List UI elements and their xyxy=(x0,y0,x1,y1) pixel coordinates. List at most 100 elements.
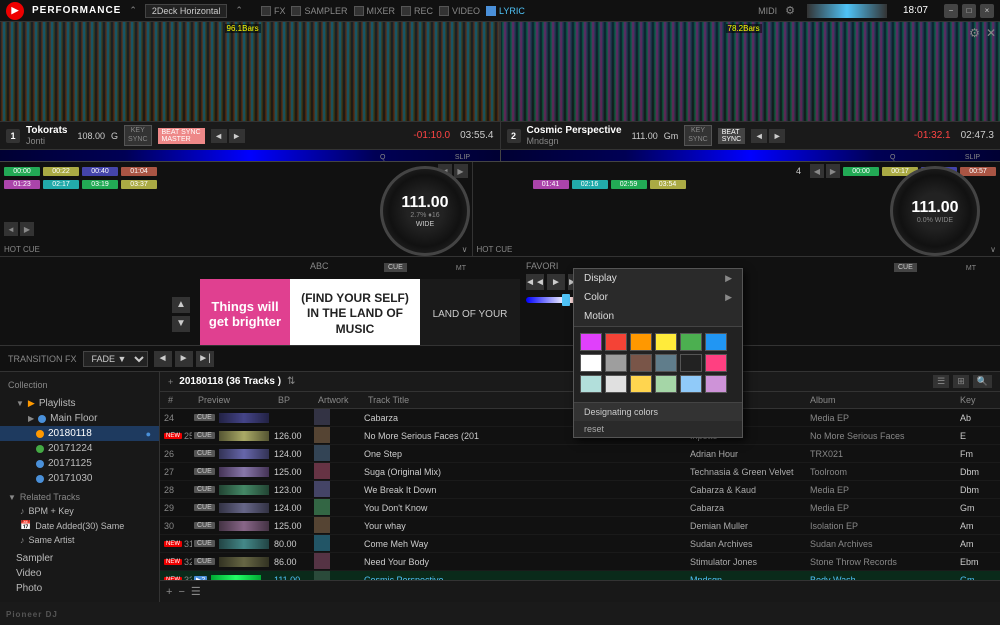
deck1-play-btn[interactable]: ► xyxy=(229,129,245,143)
table-row[interactable]: 28 CUE 123.00 We Break It Down Cabarza &… xyxy=(160,481,1000,499)
table-row[interactable]: NEW32 CUE 86.00 Need Your Body Stimulato… xyxy=(160,553,1000,571)
transition-play-btn[interactable]: ► xyxy=(175,351,193,367)
list-view-btn[interactable]: ☰ xyxy=(933,375,949,388)
deck1-key-sync[interactable]: KEYSYNC xyxy=(124,125,151,146)
color-swatch-blue-gray[interactable] xyxy=(655,354,677,372)
context-display[interactable]: Display ▶ xyxy=(574,269,742,288)
panel-icon[interactable]: ☰ xyxy=(191,585,201,598)
color-swatch-brown[interactable] xyxy=(630,354,652,372)
table-row[interactable]: 29 CUE 124.00 You Don't Know Cabarza Med… xyxy=(160,499,1000,517)
hotcue-deck1-2[interactable]: 00:22 xyxy=(43,167,79,176)
context-color[interactable]: Color ▶ xyxy=(574,288,742,307)
cue-tag[interactable]: CUE xyxy=(194,468,215,475)
transition-back-btn[interactable]: ◄ xyxy=(154,351,172,367)
context-motion[interactable]: Motion xyxy=(574,307,742,326)
cue-tag[interactable]: CUE xyxy=(194,450,215,457)
col-preview[interactable]: Preview xyxy=(194,394,274,406)
deck2-key-sync[interactable]: KEYSYNC xyxy=(684,125,711,146)
strip-deck1[interactable] xyxy=(0,150,501,161)
color-swatch-lavender[interactable] xyxy=(705,375,727,393)
table-row[interactable]: 30 CUE 125.00 Your whay Demian Muller Is… xyxy=(160,517,1000,535)
color-swatch-amber[interactable] xyxy=(630,375,652,393)
cue-tag[interactable]: CUE xyxy=(194,432,215,439)
hotcue-deck1-4[interactable]: 01:04 xyxy=(121,167,157,176)
sidebar-item-20171030[interactable]: 20171030 xyxy=(0,471,159,486)
settings-icon[interactable]: ⚙ xyxy=(785,4,795,17)
rec-checkbox[interactable] xyxy=(401,6,411,16)
hotcue-deck2-6[interactable]: 02:16 xyxy=(572,180,608,189)
transition-fwd-btn[interactable]: ►| xyxy=(196,351,214,367)
jog-deck1[interactable]: SLIP Q 111.00 2.7% ♦16 WIDE CUE MT xyxy=(380,166,470,256)
sidebar-item-20180118[interactable]: 20180118 ● xyxy=(0,426,159,441)
jog-deck2[interactable]: SLIP Q 111.00 0.0% WIDE CUE MT xyxy=(890,166,980,256)
deck1-loop-next[interactable]: ▶ xyxy=(20,222,34,236)
related-tracks-header[interactable]: ▼ Related Tracks xyxy=(0,490,159,504)
waveform-close-icon[interactable]: ✕ xyxy=(986,26,996,40)
color-swatch-red[interactable] xyxy=(605,333,627,351)
waveform-deck1[interactable]: 96.1Bars xyxy=(0,22,499,121)
deck2-beat-sync[interactable]: BEATSYNC xyxy=(718,128,745,144)
color-swatch-pink[interactable] xyxy=(705,354,727,372)
waveform-deck2[interactable]: 78.2Bars xyxy=(501,22,1000,121)
col-bpm[interactable]: BP xyxy=(274,394,314,406)
related-date-added[interactable]: 📅 Date Added(30) Same xyxy=(0,518,159,533)
hotcue-deck2-expand[interactable]: ∨ xyxy=(990,245,996,254)
color-swatch-light-gray[interactable] xyxy=(605,375,627,393)
col-album[interactable]: Album xyxy=(806,394,956,406)
jog-wheel-deck2[interactable]: 111.00 0.0% WIDE xyxy=(890,166,980,256)
mixer-checkbox[interactable] xyxy=(354,6,364,16)
color-swatch-yellow[interactable] xyxy=(655,333,677,351)
color-swatch-green[interactable] xyxy=(680,333,702,351)
remove-icon[interactable]: − xyxy=(178,586,184,598)
waveform-settings-icon[interactable]: ⚙ xyxy=(969,26,980,40)
col-num[interactable]: # xyxy=(164,394,194,406)
hotcue-deck1-7[interactable]: 03:19 xyxy=(82,180,118,189)
color-swatch-light-blue[interactable] xyxy=(680,375,702,393)
cue-button-deck1[interactable]: CUE xyxy=(384,263,407,272)
sampler-checkbox[interactable] xyxy=(291,6,301,16)
layout-button[interactable]: 2Deck Horizontal xyxy=(145,4,228,18)
cue-button-deck2[interactable]: CUE xyxy=(894,263,917,272)
color-swatch-teal[interactable] xyxy=(580,375,602,393)
add-track-icon[interactable]: + xyxy=(168,377,173,387)
related-bpm-key[interactable]: ♪ BPM + Key xyxy=(0,504,159,518)
cue-tag[interactable]: CUE xyxy=(194,540,215,547)
table-row[interactable]: 27 CUE 125.00 Suga (Original Mix) Techna… xyxy=(160,463,1000,481)
cue-tag[interactable]: CUE xyxy=(194,504,215,511)
video-toggle[interactable]: VIDEO xyxy=(439,6,480,16)
transition-select[interactable]: FADE ▼ xyxy=(83,351,148,367)
hotcue-deck2-7[interactable]: 02:59 xyxy=(611,180,647,189)
sidebar-item-sampler[interactable]: Sampler xyxy=(0,551,159,566)
cue-tag[interactable]: CUE xyxy=(194,414,215,421)
table-row[interactable]: NEW33 ▶2 111.00 Cosmic Perspective Mndsg… xyxy=(160,571,1000,580)
cue-tag[interactable]: CUE xyxy=(194,522,215,529)
hotcue-deck2-1[interactable]: 00:00 xyxy=(843,167,879,176)
table-row[interactable]: 26 CUE 124.00 One Step Adrian Hour TRX02… xyxy=(160,445,1000,463)
color-swatch-orange[interactable] xyxy=(630,333,652,351)
color-swatch-gray[interactable] xyxy=(605,354,627,372)
rec-toggle[interactable]: REC xyxy=(401,6,433,16)
hotcue-deck2-prev[interactable]: ◀ xyxy=(810,164,824,178)
sidebar-item-20171125[interactable]: 20171125 xyxy=(0,456,159,471)
maximize-button[interactable]: □ xyxy=(962,4,976,18)
lyric-prev-btn[interactable]: ◄◄ xyxy=(526,274,544,290)
color-swatch-white[interactable] xyxy=(580,354,602,372)
hotcue-deck2-8[interactable]: 03:54 xyxy=(650,180,686,189)
deck1-back-btn[interactable]: ◄ xyxy=(211,129,227,143)
deck2-play-btn[interactable]: ► xyxy=(769,129,785,143)
sidebar-item-video[interactable]: Video xyxy=(0,566,159,581)
sampler-toggle[interactable]: SAMPLER xyxy=(291,6,347,16)
strip-deck2[interactable] xyxy=(501,150,1000,161)
jog-wheel-deck1[interactable]: 111.00 2.7% ♦16 WIDE xyxy=(380,166,470,256)
sidebar-item-main-floor[interactable]: ▶ Main Floor xyxy=(0,411,159,426)
lyric-checkbox[interactable] xyxy=(486,6,496,16)
left-up-btn[interactable]: ▲ xyxy=(172,297,190,313)
mixer-toggle[interactable]: MIXER xyxy=(354,6,396,16)
color-swatch-light-green[interactable] xyxy=(655,375,677,393)
fx-checkbox[interactable] xyxy=(261,6,271,16)
sort-icon[interactable]: ⇅ xyxy=(287,376,295,387)
cue-tag[interactable]: CUE xyxy=(194,486,215,493)
minimize-button[interactable]: − xyxy=(944,4,958,18)
fx-toggle[interactable]: FX xyxy=(261,6,286,16)
cue-tag[interactable]: CUE xyxy=(194,558,215,565)
